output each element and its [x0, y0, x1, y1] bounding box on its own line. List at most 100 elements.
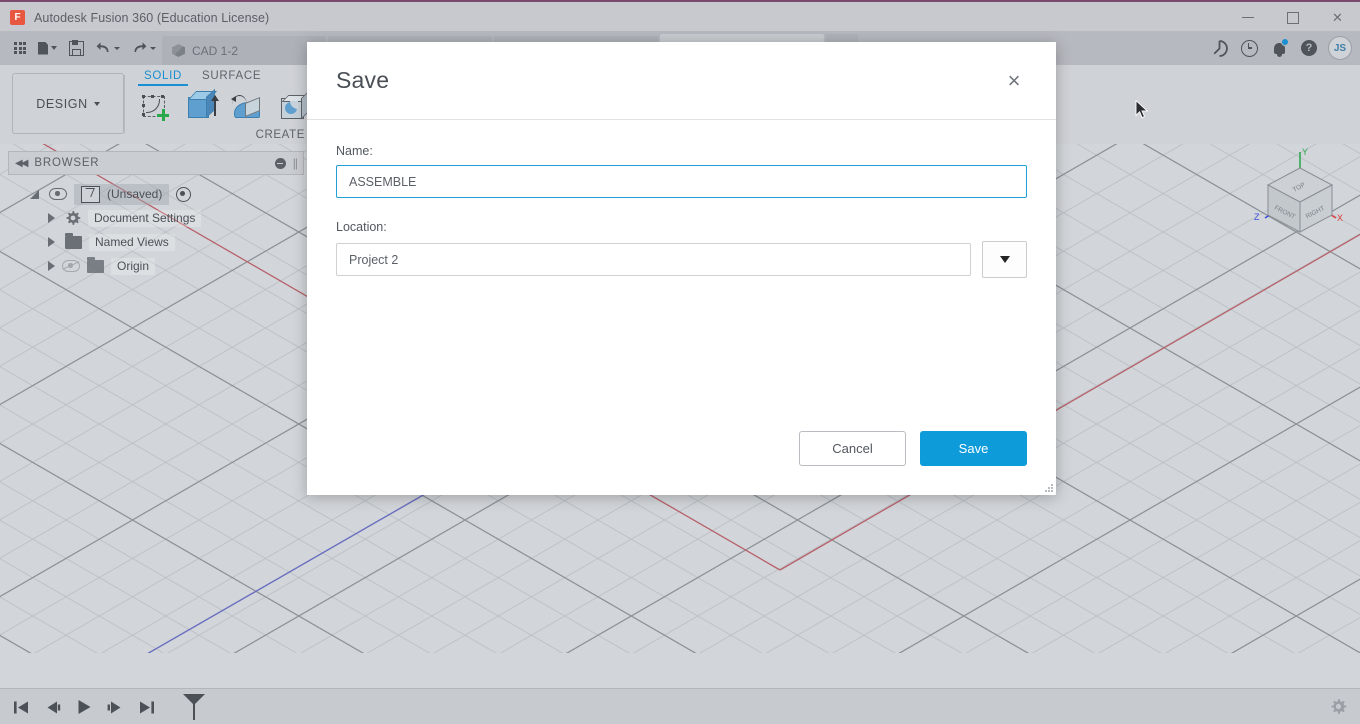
- save-disk-icon: [69, 39, 84, 56]
- location-dropdown-button[interactable]: [982, 241, 1027, 278]
- workspace-label: DESIGN: [36, 96, 88, 111]
- create-sketch-button[interactable]: [134, 88, 176, 128]
- save-button[interactable]: Save: [920, 431, 1027, 466]
- job-status-icon[interactable]: [1204, 31, 1234, 65]
- app-logo-icon: F: [10, 10, 25, 25]
- dialog-body: Name: Location:: [307, 120, 1056, 431]
- tree-node-label: Document Settings: [88, 209, 202, 227]
- new-document-button[interactable]: [32, 31, 63, 65]
- browser-panel: ◀◀ BROWSER || (Unsaved) Document Setting…: [8, 151, 304, 278]
- timeline-settings-button[interactable]: [1330, 698, 1348, 721]
- fusion360-window: F Autodesk Fusion 360 (Education License…: [0, 0, 1360, 724]
- location-label: Location:: [336, 220, 387, 234]
- folder-icon: [65, 232, 82, 249]
- z-axis-label: Z: [1254, 212, 1260, 222]
- timeline-step-forward[interactable]: [105, 697, 125, 717]
- location-field-group: Location:: [336, 220, 1027, 278]
- browser-tree: (Unsaved) Document Settings Named Views …: [8, 175, 304, 278]
- step-back-icon: [47, 701, 61, 713]
- help-icon[interactable]: ?: [1294, 31, 1324, 65]
- minimize-button[interactable]: [1225, 2, 1270, 33]
- activate-component-radio[interactable]: [176, 186, 192, 202]
- expand-arrow-icon[interactable]: [48, 261, 55, 271]
- extrude-button[interactable]: [180, 88, 222, 128]
- create-panel-label[interactable]: CREATE: [134, 129, 314, 141]
- question-mark-icon: ?: [1301, 40, 1317, 56]
- close-dialog-button[interactable]: ×: [1001, 68, 1027, 94]
- folder-icon: [87, 256, 104, 273]
- expand-arrow-icon[interactable]: [48, 213, 55, 223]
- extrude-icon: [186, 95, 219, 121]
- chevron-down-icon: [150, 46, 156, 50]
- workspace-switcher[interactable]: DESIGN: [12, 73, 124, 134]
- chevron-down-icon: [93, 101, 100, 106]
- browser-grip-icon[interactable]: ||: [293, 156, 298, 170]
- dialog-title: Save: [336, 67, 390, 93]
- cube-icon: [172, 44, 185, 57]
- revolve-icon: [279, 95, 307, 121]
- step-forward-icon: [107, 701, 121, 713]
- visibility-eye-icon[interactable]: [49, 188, 67, 200]
- name-field-group: Name:: [336, 144, 1027, 198]
- create-sketch-icon: [141, 94, 169, 121]
- expand-arrow-icon[interactable]: [48, 237, 55, 247]
- loft-surface-button[interactable]: [226, 88, 268, 128]
- recent-history-icon[interactable]: [1234, 31, 1264, 65]
- notification-badge: [1281, 38, 1289, 46]
- skip-to-start-icon: [14, 701, 28, 713]
- create-tools: [134, 86, 314, 128]
- collapse-icon[interactable]: ◀◀: [15, 158, 28, 169]
- close-window-button[interactable]: ✕: [1315, 2, 1360, 33]
- browser-title: BROWSER: [34, 157, 100, 169]
- name-input[interactable]: [336, 165, 1027, 198]
- clock-icon: [1240, 39, 1258, 57]
- redo-button[interactable]: [126, 31, 162, 65]
- view-cube[interactable]: Y Z X TOP FRONT RIGHT: [1250, 144, 1350, 249]
- tab-solid[interactable]: SOLID: [134, 65, 192, 86]
- y-axis-label: Y: [1302, 147, 1308, 157]
- dialog-header: Save ×: [307, 42, 1056, 120]
- dialog-resize-handle[interactable]: [1044, 483, 1053, 492]
- tree-node-document-settings[interactable]: Document Settings: [8, 206, 304, 230]
- quick-access-toolbar: [0, 31, 162, 65]
- notifications-icon[interactable]: [1264, 31, 1294, 65]
- tree-node-label: Origin: [111, 257, 156, 275]
- user-avatar[interactable]: JS: [1328, 36, 1352, 60]
- top-right-icons: ? JS: [1204, 31, 1360, 65]
- save-quick-button[interactable]: [63, 31, 90, 65]
- gear-icon: [1331, 699, 1347, 714]
- chevron-down-icon: [114, 46, 120, 50]
- timeline-play[interactable]: [74, 697, 94, 717]
- timeline-controls: [0, 694, 205, 720]
- tab-surface[interactable]: SURFACE: [192, 65, 271, 86]
- tree-node-unsaved[interactable]: (Unsaved): [8, 182, 304, 206]
- timeline-go-start[interactable]: [12, 697, 32, 717]
- location-input[interactable]: [336, 243, 971, 276]
- browser-minimize-icon[interactable]: [274, 157, 286, 169]
- tree-node-origin[interactable]: Origin: [8, 254, 304, 278]
- title-bar: F Autodesk Fusion 360 (Education License…: [0, 0, 1360, 33]
- play-icon: [78, 700, 91, 714]
- visibility-eye-icon[interactable]: [62, 260, 80, 272]
- timeline-step-back[interactable]: [43, 697, 63, 717]
- undo-button[interactable]: [90, 31, 126, 65]
- window-title: Autodesk Fusion 360 (Education License): [34, 10, 270, 25]
- chevron-down-icon: [51, 46, 57, 50]
- app-grid-button[interactable]: [8, 31, 32, 65]
- x-axis-label: X: [1337, 213, 1343, 223]
- save-dialog: Save × Name: Location: Cancel Save: [307, 42, 1056, 495]
- create-panel: SOLID SURFACE CREATE: [125, 65, 323, 144]
- maximize-button[interactable]: [1270, 2, 1315, 33]
- dialog-footer: Cancel Save: [307, 431, 1056, 495]
- loft-surface-icon: [231, 95, 262, 121]
- timeline-go-end[interactable]: [136, 697, 156, 717]
- timeline-playhead[interactable]: [183, 694, 205, 720]
- window-controls: ✕: [1225, 2, 1360, 33]
- skip-to-end-icon: [140, 701, 154, 713]
- component-cube-icon: [81, 185, 100, 203]
- expand-arrow-icon[interactable]: [30, 189, 39, 199]
- tree-node-named-views[interactable]: Named Views: [8, 230, 304, 254]
- document-tab[interactable]: CAD 1-2 ✕: [162, 36, 326, 65]
- ribbon-tab-group: SOLID SURFACE: [134, 65, 314, 86]
- cancel-button[interactable]: Cancel: [799, 431, 906, 466]
